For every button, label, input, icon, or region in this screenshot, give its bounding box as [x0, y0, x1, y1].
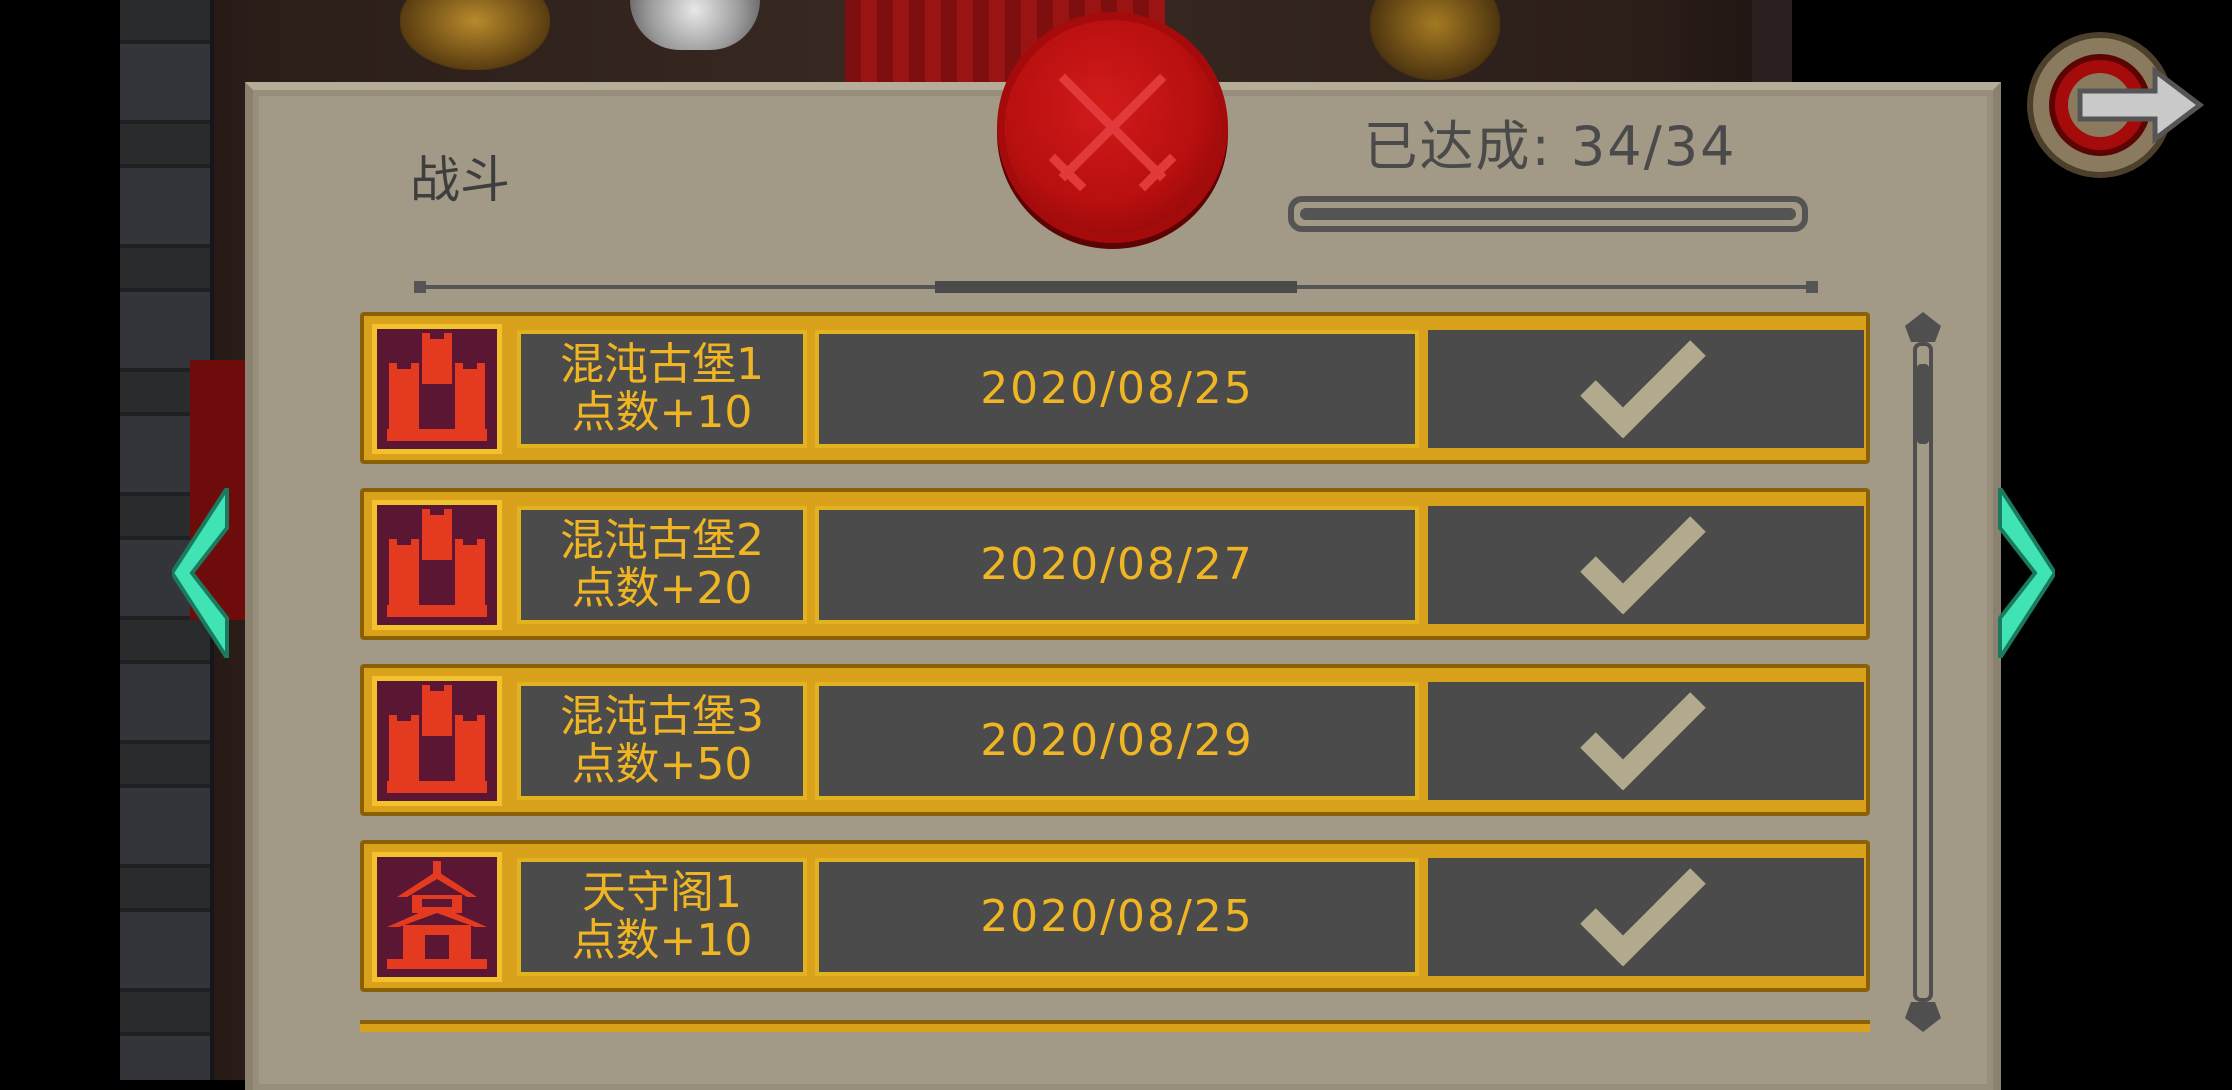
- achievement-status-cell: [1428, 330, 1864, 448]
- progress-fill: [1300, 208, 1796, 220]
- scroll-up-cap-icon: [1905, 312, 1941, 342]
- chevron-left-icon: [169, 481, 229, 665]
- achievement-date: 2020/08/25: [980, 363, 1254, 414]
- divider-end: [1806, 281, 1818, 293]
- exit-button[interactable]: [2025, 25, 2205, 185]
- achievement-reward: 点数+10: [571, 387, 753, 438]
- next-page-button[interactable]: [1995, 481, 2058, 665]
- achievement-name: 天守阁1: [582, 867, 742, 918]
- achievement-list[interactable]: 1 混沌古堡1 点数+10 2020/08/25 2 混沌古堡2 点数+20 2…: [360, 312, 1870, 1032]
- achievement-name-cell: 混沌古堡2 点数+20: [517, 506, 807, 624]
- scroll-thumb[interactable]: [1917, 364, 1929, 444]
- achievement-row[interactable]: 2 混沌古堡2 点数+20 2020/08/27: [360, 488, 1870, 640]
- achievement-date-cell: 2020/08/25: [815, 330, 1419, 448]
- achievement-date: 2020/08/25: [980, 891, 1254, 942]
- achievement-date-cell: 2020/08/25: [815, 858, 1419, 976]
- achievement-row[interactable]: 1 混沌古堡1 点数+10 2020/08/25: [360, 312, 1870, 464]
- crossed-swords-icon: [1048, 73, 1177, 192]
- divider-end: [414, 281, 426, 293]
- svg-text:3: 3: [423, 743, 451, 789]
- achievement-name-cell: 天守阁1 点数+10: [517, 858, 807, 976]
- tenshu-pagoda-icon: [372, 852, 502, 982]
- achievement-row[interactable]: 3 混沌古堡3 点数+50 2020/08/29: [360, 664, 1870, 816]
- achievement-status-cell: [1428, 682, 1864, 800]
- checkmark-icon: [1580, 516, 1706, 614]
- achievement-reward: 点数+50: [571, 739, 753, 790]
- achievement-date-cell: 2020/08/27: [815, 506, 1419, 624]
- achievement-name: 混沌古堡1: [560, 339, 764, 390]
- category-title: 战斗: [410, 151, 510, 209]
- category-seal: [1005, 20, 1220, 235]
- checkmark-icon: [1580, 692, 1706, 790]
- list-scrollbar[interactable]: [1905, 312, 1941, 1032]
- achievement-reward: 点数+10: [571, 915, 753, 966]
- achieved-count-label: 已达成: 34/34: [1363, 115, 1737, 178]
- achievement-status-cell: [1428, 858, 1864, 976]
- background-statue: [400, 0, 550, 70]
- castle-1-icon: 1: [372, 324, 502, 454]
- scroll-down-cap-icon: [1905, 1002, 1941, 1032]
- checkmark-icon: [1580, 340, 1706, 438]
- achievement-date: 2020/08/29: [980, 715, 1254, 766]
- achievement-name: 混沌古堡3: [560, 691, 764, 742]
- svg-text:2: 2: [423, 567, 451, 613]
- achievement-status-cell: [1428, 506, 1864, 624]
- achievement-progress-bar: [1288, 196, 1808, 232]
- achievement-date: 2020/08/27: [980, 539, 1254, 590]
- chevron-right-icon: [1998, 481, 2058, 665]
- previous-page-button[interactable]: [169, 481, 232, 665]
- page-indicator: [935, 281, 1297, 293]
- achievement-name-cell: 混沌古堡1 点数+10: [517, 330, 807, 448]
- castle-2-icon: 2: [372, 500, 502, 630]
- achievement-reward: 点数+20: [571, 563, 753, 614]
- achievement-row[interactable]: 天守阁1 点数+10 2020/08/25: [360, 840, 1870, 992]
- castle-3-icon: 3: [372, 676, 502, 806]
- achievement-name-cell: 混沌古堡3 点数+50: [517, 682, 807, 800]
- exit-arrow-icon: [2027, 32, 2205, 178]
- svg-text:1: 1: [423, 391, 451, 437]
- checkmark-icon: [1580, 868, 1706, 966]
- achievement-row-partial[interactable]: [360, 1020, 1870, 1032]
- achievement-name: 混沌古堡2: [560, 515, 764, 566]
- background-statue: [1370, 0, 1500, 80]
- achievement-date-cell: 2020/08/29: [815, 682, 1419, 800]
